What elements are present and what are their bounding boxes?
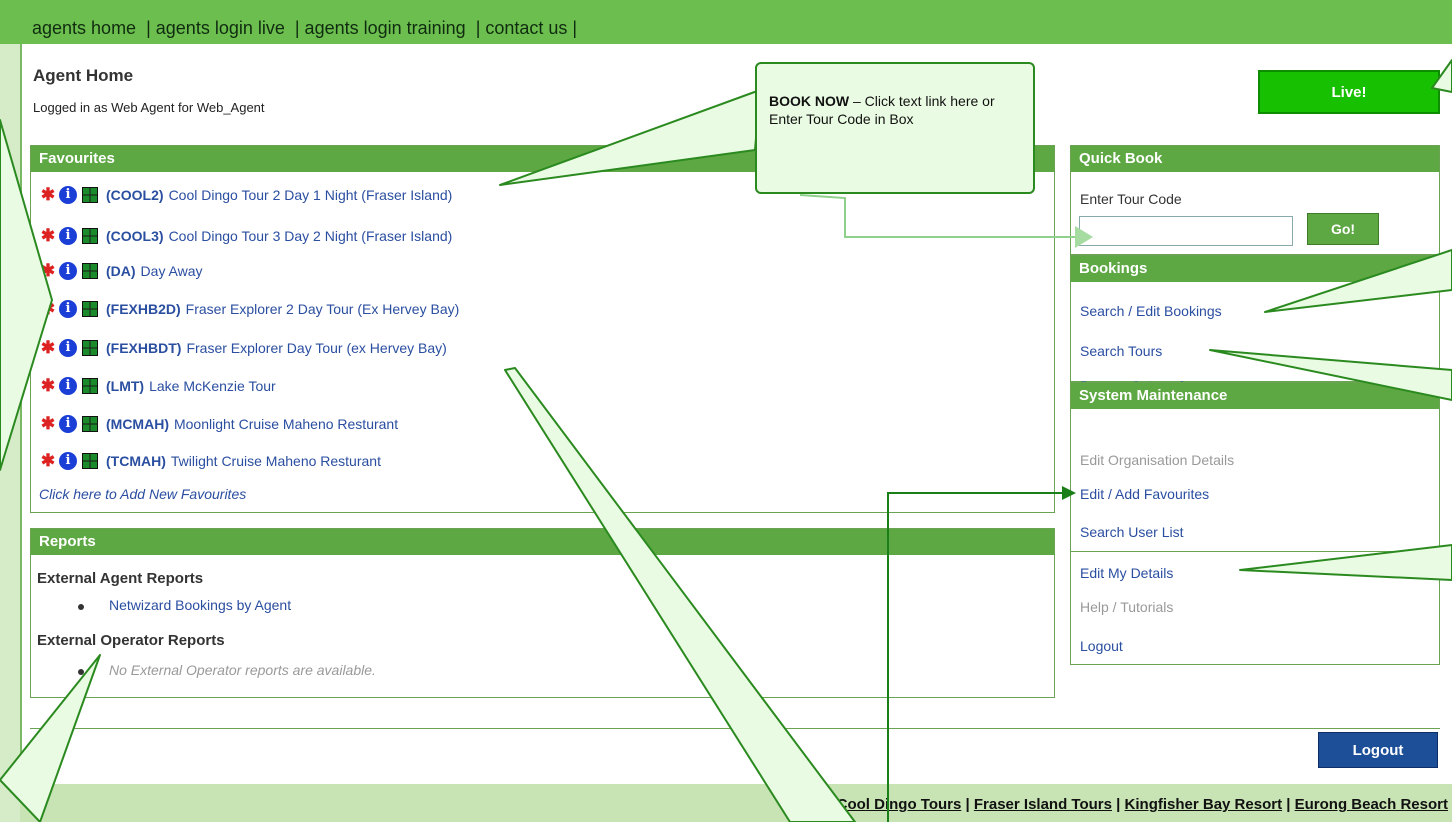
person-icon[interactable]: ✱ <box>39 452 57 470</box>
favourite-code[interactable]: (COOL2) <box>106 187 164 203</box>
favourite-code[interactable]: (MCMAH) <box>106 416 169 432</box>
footer-links: Cool Dingo Tours | Fraser Island Tours |… <box>837 796 1448 813</box>
person-icon[interactable]: ✱ <box>39 415 57 433</box>
info-icon[interactable]: i <box>59 262 77 280</box>
calendar-grid-icon[interactable] <box>82 453 98 469</box>
add-favourites-link[interactable]: Click here to Add New Favourites <box>39 486 246 502</box>
info-icon[interactable]: i <box>59 452 77 470</box>
calendar-grid-icon[interactable] <box>82 263 98 279</box>
edit-my-details-link[interactable]: Edit My Details <box>1080 565 1173 581</box>
top-nav-bar: agents home | agents login live | agents… <box>0 0 1452 44</box>
quick-book-panel: Quick Book Enter Tour Code Go! <box>1070 145 1440 255</box>
nav-agents-login-training[interactable]: | agents login training <box>295 18 466 38</box>
favourite-row: ✱ i (FEXHBDT) Fraser Explorer Day Tour (… <box>39 337 447 359</box>
nav-contact-us[interactable]: | contact us | <box>476 18 577 38</box>
nav-agents-home[interactable]: agents home <box>32 18 136 38</box>
favourite-name[interactable]: Cool Dingo Tour 2 Day 1 Night (Fraser Is… <box>169 187 453 203</box>
logout-button[interactable]: Logout <box>1318 732 1438 768</box>
favourite-code[interactable]: (TCMAH) <box>106 453 166 469</box>
logged-in-status: Logged in as Web Agent for Web_Agent <box>33 100 265 115</box>
footer-link-eurong[interactable]: Eurong Beach Resort <box>1295 796 1448 813</box>
live-button[interactable]: Live! <box>1258 70 1440 114</box>
info-icon[interactable]: i <box>59 300 77 318</box>
favourite-code[interactable]: (COOL3) <box>106 228 164 244</box>
calendar-grid-icon[interactable] <box>82 228 98 244</box>
calendar-grid-icon[interactable] <box>82 301 98 317</box>
book-now-callout: BOOK NOW – Click text link here or Enter… <box>755 62 1035 194</box>
info-icon[interactable]: i <box>59 227 77 245</box>
favourite-row: ✱ i (COOL2) Cool Dingo Tour 2 Day 1 Nigh… <box>39 184 452 206</box>
favourite-row: ✱ i (LMT) Lake McKenzie Tour <box>39 375 276 397</box>
favourite-name[interactable]: Day Away <box>141 263 203 279</box>
bullet-icon <box>78 669 84 675</box>
system-maintenance-panel: System Maintenance Edit Organisation Det… <box>1070 382 1440 665</box>
favourite-name[interactable]: Fraser Explorer 2 Day Tour (Ex Hervey Ba… <box>186 301 460 317</box>
favourite-row: ✱ i (MCMAH) Moonlight Cruise Maheno Rest… <box>39 413 398 435</box>
bullet-icon <box>78 604 84 610</box>
callout-bold-text: BOOK NOW <box>769 93 850 109</box>
favourite-row: ✱ i (COOL3) Cool Dingo Tour 3 Day 2 Nigh… <box>39 225 452 247</box>
favourite-code[interactable]: (LMT) <box>106 378 144 394</box>
search-user-list-link[interactable]: Search User List <box>1080 524 1183 540</box>
system-maintenance-title: System Maintenance <box>1071 383 1439 409</box>
favourite-row: ✱ i (TCMAH) Twilight Cruise Maheno Restu… <box>39 450 381 472</box>
favourite-name[interactable]: Twilight Cruise Maheno Resturant <box>171 453 381 469</box>
favourite-code[interactable]: (FEXHB2D) <box>106 301 181 317</box>
person-icon[interactable]: ✱ <box>39 339 57 357</box>
person-icon[interactable]: ✱ <box>39 377 57 395</box>
help-tutorials-link: Help / Tutorials <box>1080 599 1174 615</box>
calendar-grid-icon[interactable] <box>82 378 98 394</box>
footer-separator: | <box>1111 796 1125 813</box>
favourite-row: ✱ i (FEXHB2D) Fraser Explorer 2 Day Tour… <box>39 298 459 320</box>
logout-link[interactable]: Logout <box>1080 638 1123 654</box>
info-icon[interactable]: i <box>59 186 77 204</box>
favourites-panel: Favourites ✱ i (COOL2) Cool Dingo Tour 2… <box>30 145 1055 513</box>
footer-link-kingfisher[interactable]: Kingfisher Bay Resort <box>1125 796 1283 813</box>
reports-panel: Reports External Agent Reports Netwizard… <box>30 528 1055 698</box>
footer-separator: | <box>961 796 974 813</box>
info-icon[interactable]: i <box>59 415 77 433</box>
info-icon[interactable]: i <box>59 377 77 395</box>
page-title: Agent Home <box>33 66 134 85</box>
external-operator-reports-heading: External Operator Reports <box>37 632 225 649</box>
search-tours-link[interactable]: Search Tours <box>1080 343 1162 359</box>
netwizard-bookings-link[interactable]: Netwizard Bookings by Agent <box>109 597 291 613</box>
info-icon[interactable]: i <box>59 339 77 357</box>
footer-link-cool-dingo[interactable]: Cool Dingo Tours <box>837 796 962 813</box>
tour-code-label: Enter Tour Code <box>1080 191 1182 207</box>
calendar-grid-icon[interactable] <box>82 416 98 432</box>
person-icon[interactable]: ✱ <box>39 300 57 318</box>
favourite-name[interactable]: Cool Dingo Tour 3 Day 2 Night (Fraser Is… <box>169 228 453 244</box>
edit-add-favourites-link[interactable]: Edit / Add Favourites <box>1080 486 1209 502</box>
top-nav-links: agents home | agents login live | agents… <box>32 18 577 39</box>
favourite-name[interactable]: Moonlight Cruise Maheno Resturant <box>174 416 398 432</box>
search-edit-bookings-link[interactable]: Search / Edit Bookings <box>1080 303 1222 319</box>
divider <box>30 728 1440 729</box>
favourite-row: ✱ i (DA) Day Away <box>39 260 203 282</box>
favourite-name[interactable]: Lake McKenzie Tour <box>149 378 276 394</box>
nav-agents-login-live[interactable]: | agents login live <box>146 18 285 38</box>
reports-title: Reports <box>31 529 1054 555</box>
person-icon[interactable]: ✱ <box>39 227 57 245</box>
footer-link-fraser-island[interactable]: Fraser Island Tours <box>974 796 1112 813</box>
person-icon[interactable]: ✱ <box>39 262 57 280</box>
bookings-title: Bookings <box>1071 256 1439 282</box>
favourite-code[interactable]: (FEXHBDT) <box>106 340 181 356</box>
quick-book-title: Quick Book <box>1071 146 1439 172</box>
footer: Cool Dingo Tours | Fraser Island Tours |… <box>20 784 1452 822</box>
edit-organisation-details-link: Edit Organisation Details <box>1080 452 1235 468</box>
divider <box>1071 551 1439 552</box>
favourite-name[interactable]: Fraser Explorer Day Tour (ex Hervey Bay) <box>186 340 446 356</box>
person-icon[interactable]: ✱ <box>39 186 57 204</box>
tour-code-input[interactable] <box>1079 216 1293 246</box>
external-agent-reports-heading: External Agent Reports <box>37 570 204 587</box>
bookings-panel: Bookings Search / Edit Bookings Search T… <box>1070 255 1440 394</box>
go-button[interactable]: Go! <box>1307 213 1379 245</box>
favourite-code[interactable]: (DA) <box>106 263 136 279</box>
calendar-grid-icon[interactable] <box>82 187 98 203</box>
calendar-grid-icon[interactable] <box>82 340 98 356</box>
footer-separator: | <box>1282 796 1295 813</box>
no-operator-reports-text: No External Operator reports are availab… <box>109 662 376 678</box>
